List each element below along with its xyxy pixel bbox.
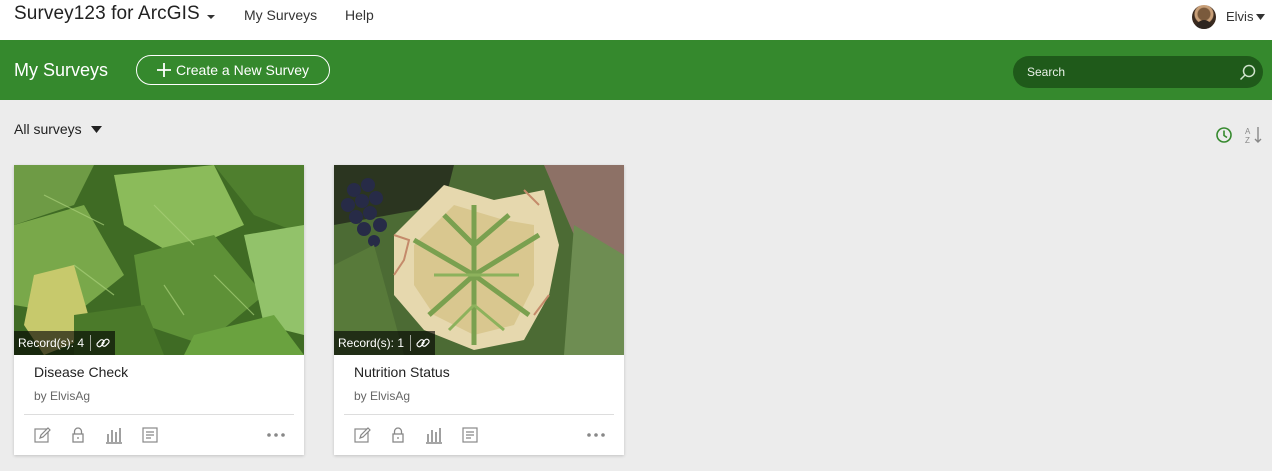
nav-help[interactable]: Help xyxy=(345,7,374,23)
card-divider xyxy=(344,414,614,415)
survey-filter-dropdown[interactable]: All surveys xyxy=(14,121,82,137)
survey-card[interactable]: Record(s): 1 Nutrition Status by ElvisAg xyxy=(334,165,624,455)
card-divider xyxy=(24,414,294,415)
search-box xyxy=(1013,56,1263,88)
more-icon[interactable] xyxy=(266,428,286,442)
filter-chevron-down-icon[interactable] xyxy=(91,126,102,133)
edit-icon[interactable] xyxy=(33,426,51,444)
svg-text:A: A xyxy=(1245,127,1251,136)
survey-thumbnail-image[interactable] xyxy=(14,165,304,355)
form-icon[interactable] xyxy=(461,426,479,444)
form-icon[interactable] xyxy=(141,426,159,444)
top-bar: Survey123 for ArcGIS My Surveys Help Elv… xyxy=(0,0,1272,40)
recent-icon[interactable] xyxy=(1215,126,1233,144)
svg-text:Z: Z xyxy=(1245,136,1250,145)
create-new-survey-label: Create a New Survey xyxy=(176,62,310,78)
lock-icon[interactable] xyxy=(389,426,407,444)
lock-icon[interactable] xyxy=(69,426,87,444)
page-header-banner: My Surveys Create a New Survey xyxy=(0,40,1272,100)
avatar[interactable] xyxy=(1192,5,1216,29)
search-icon[interactable] xyxy=(1239,64,1256,81)
survey-owner: by ElvisAg xyxy=(34,389,91,403)
app-menu-chevron-down-icon[interactable] xyxy=(204,11,218,23)
card-actions xyxy=(14,424,304,448)
link-icon[interactable] xyxy=(95,335,111,351)
more-icon[interactable] xyxy=(586,428,606,442)
link-icon[interactable] xyxy=(415,335,431,351)
chart-icon[interactable] xyxy=(425,426,443,444)
user-menu-chevron-down-icon[interactable] xyxy=(1256,14,1265,20)
record-count-badge: Record(s): 1 xyxy=(334,331,436,355)
edit-icon[interactable] xyxy=(353,426,371,444)
user-name[interactable]: Elvis xyxy=(1226,9,1253,24)
sort-az-icon[interactable]: A Z xyxy=(1244,125,1264,145)
record-count-badge: Record(s): 4 xyxy=(14,331,116,355)
nav-my-surveys[interactable]: My Surveys xyxy=(244,7,317,23)
survey-title[interactable]: Disease Check xyxy=(34,364,128,380)
survey-thumbnail-image[interactable] xyxy=(334,165,624,355)
survey-owner: by ElvisAg xyxy=(354,389,411,403)
search-input[interactable] xyxy=(1027,56,1227,88)
survey-title[interactable]: Nutrition Status xyxy=(354,364,450,380)
survey-card[interactable]: Record(s): 4 Disease Check by ElvisAg xyxy=(14,165,304,455)
create-new-survey-button[interactable]: Create a New Survey xyxy=(136,55,330,85)
record-count: Record(s): 1 xyxy=(338,336,405,350)
card-actions xyxy=(334,424,624,448)
page-title: My Surveys xyxy=(14,60,109,80)
chart-icon[interactable] xyxy=(105,426,123,444)
plus-icon xyxy=(157,63,171,77)
app-title[interactable]: Survey123 for ArcGIS xyxy=(14,3,200,25)
record-count: Record(s): 4 xyxy=(18,336,85,350)
